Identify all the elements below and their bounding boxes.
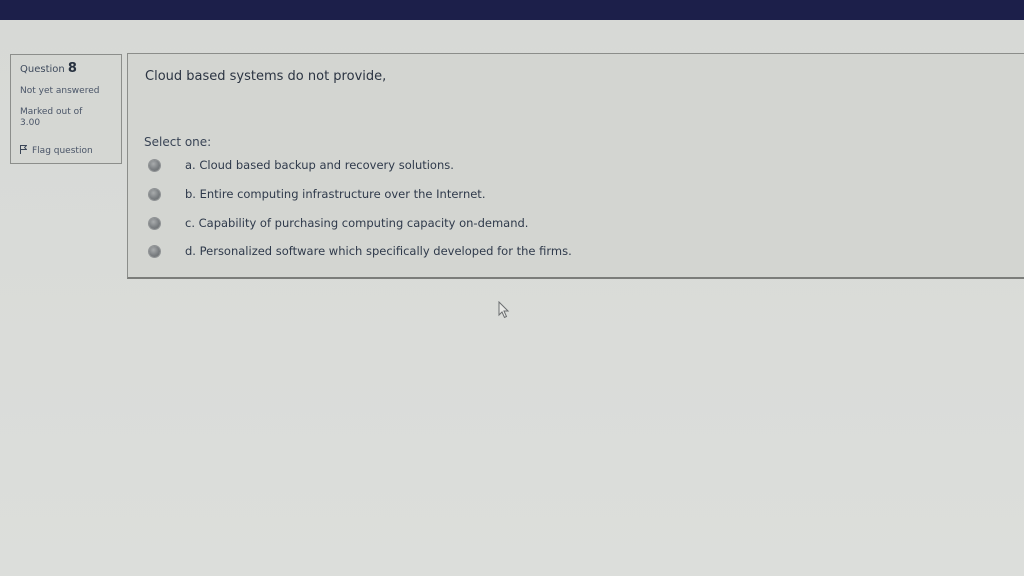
answer-option-c[interactable]: c. Capability of purchasing computing ca… (149, 215, 669, 233)
answer-option-d[interactable]: d. Personalized software which specifica… (149, 243, 669, 261)
question-number-value: 8 (67, 61, 77, 76)
flag-icon (20, 145, 27, 154)
question-content: Cloud based systems do not provide, Sele… (127, 53, 1024, 279)
answer-option-label: a. Cloud based backup and recovery solut… (185, 158, 454, 172)
answer-option-label: b. Entire computing infrastructure over … (185, 187, 486, 201)
top-navigation-bar (0, 0, 1024, 20)
answer-option-label: c. Capability of purchasing computing ca… (185, 216, 529, 230)
answer-option-label: d. Personalized software which specifica… (185, 244, 572, 258)
question-state: Not yet answered (20, 86, 100, 96)
grade-label: Marked out of (20, 107, 83, 117)
radio-button[interactable] (149, 160, 160, 171)
mouse-pointer-icon (498, 301, 510, 319)
quiz-page: Question 8 Not yet answered Marked out o… (0, 20, 1024, 576)
select-one-prompt: Select one: (144, 135, 212, 149)
question-number: Question 8 (20, 61, 77, 76)
question-grade: Marked out of 3.00 (20, 107, 82, 129)
flag-question-label: Flag question (32, 146, 93, 156)
flag-question-link[interactable]: Flag question (20, 145, 93, 156)
radio-button[interactable] (149, 218, 160, 229)
radio-button[interactable] (149, 189, 160, 200)
question-text: Cloud based systems do not provide, (145, 69, 387, 84)
radio-button[interactable] (149, 246, 160, 257)
answer-option-b[interactable]: b. Entire computing infrastructure over … (149, 186, 669, 204)
question-number-prefix: Question (20, 64, 65, 75)
question-info-panel: Question 8 Not yet answered Marked out o… (10, 54, 122, 164)
grade-value: 3.00 (20, 118, 41, 128)
answer-option-a[interactable]: a. Cloud based backup and recovery solut… (149, 157, 669, 175)
